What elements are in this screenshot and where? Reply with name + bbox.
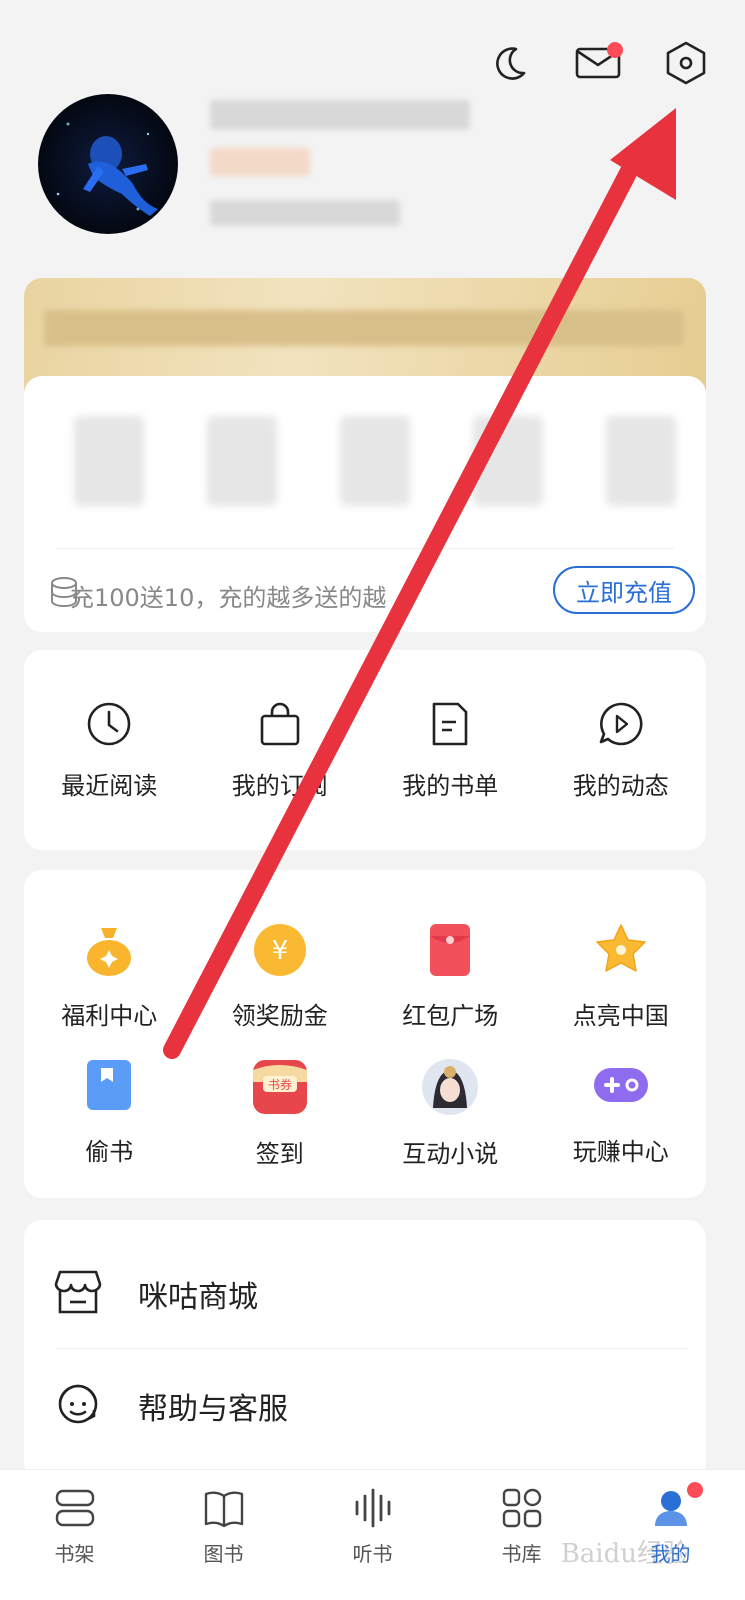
book-icon <box>202 1488 246 1532</box>
avatar[interactable] <box>38 94 178 234</box>
tab-audiobooks[interactable]: 听书 <box>298 1470 447 1600</box>
star-icon <box>593 922 649 982</box>
menu-item-migu-mall[interactable]: 咪咕商城 <box>24 1238 706 1350</box>
header-actions <box>487 40 709 86</box>
quick-action-label: 我的书单 <box>402 772 499 800</box>
character-avatar-icon <box>421 1058 479 1120</box>
recharge-button[interactable]: 立即充值 <box>553 566 695 614</box>
tab-label: 书库 <box>501 1542 542 1566</box>
vip-text-blurred <box>44 310 684 346</box>
tab-label: 图书 <box>203 1542 244 1566</box>
bookshelf-icon <box>53 1488 97 1532</box>
quick-actions: 最近阅读 我的订阅 我的书单 我的动态 <box>24 700 706 801</box>
menu-item-help-service[interactable]: 帮助与客服 <box>24 1350 706 1462</box>
quick-action-activity[interactable]: 我的动态 <box>536 700 707 801</box>
stats-row <box>74 416 676 506</box>
profile-icon <box>649 1482 703 1532</box>
bag-icon <box>256 700 304 752</box>
stat-item[interactable] <box>207 416 277 506</box>
user-badge-blurred <box>210 148 310 176</box>
quick-action-booklist[interactable]: 我的书单 <box>365 700 536 801</box>
bookmark-book-icon <box>81 1058 137 1118</box>
feature-label: 福利中心 <box>61 1002 158 1030</box>
grid-icon <box>501 1488 543 1532</box>
customer-service-icon <box>54 1380 102 1432</box>
tab-label: 听书 <box>352 1542 393 1566</box>
svg-text:¥: ¥ <box>271 936 288 966</box>
feature-steal-book[interactable]: 偷书 <box>24 1058 195 1169</box>
svg-text:书券: 书券 <box>268 1077 292 1092</box>
features-row-2: 偷书 书券 签到 互动小说 玩赚中心 <box>24 1058 706 1169</box>
tab-books[interactable]: 图书 <box>149 1470 298 1600</box>
feature-interactive-novel[interactable]: 互动小说 <box>365 1058 536 1169</box>
document-icon <box>426 700 474 752</box>
feature-label: 互动小说 <box>402 1140 499 1168</box>
tab-label: 书架 <box>54 1542 95 1566</box>
stat-item[interactable] <box>606 416 676 506</box>
feature-label: 红包广场 <box>402 1002 499 1030</box>
feature-label: 偷书 <box>85 1138 134 1166</box>
feature-light-china[interactable]: 点亮中国 <box>536 922 707 1031</box>
quick-action-subscription[interactable]: 我的订阅 <box>195 700 366 801</box>
red-envelope-icon <box>422 922 478 982</box>
feature-welfare-center[interactable]: 福利中心 <box>24 922 195 1031</box>
quick-action-label: 我的订阅 <box>231 772 328 800</box>
menu-label: 咪咕商城 <box>138 1280 258 1315</box>
tab-bookshelf[interactable]: 书架 <box>0 1470 149 1600</box>
quick-action-recent[interactable]: 最近阅读 <box>24 700 195 801</box>
stat-item[interactable] <box>473 416 543 506</box>
divider <box>56 1348 689 1349</box>
mail-icon[interactable] <box>575 40 623 86</box>
feature-check-in[interactable]: 书券 签到 <box>195 1058 366 1169</box>
feature-red-envelope[interactable]: 红包广场 <box>365 922 536 1031</box>
quick-action-label: 我的动态 <box>572 772 669 800</box>
feature-label: 玩赚中心 <box>572 1138 669 1166</box>
stat-item[interactable] <box>340 416 410 506</box>
features-row-1: 福利中心 ¥ 领奖励金 红包广场 点亮中国 <box>24 922 706 1031</box>
feature-label: 领奖励金 <box>231 1002 328 1030</box>
moon-icon[interactable] <box>487 40 533 86</box>
tab-badge <box>686 1482 703 1498</box>
menu-label: 帮助与客服 <box>138 1392 288 1427</box>
store-icon <box>54 1270 102 1318</box>
quick-action-label: 最近阅读 <box>61 772 158 800</box>
stat-item[interactable] <box>74 416 144 506</box>
audio-wave-icon <box>351 1488 395 1532</box>
unread-badge <box>607 42 623 58</box>
clock-icon <box>85 700 133 752</box>
divider <box>56 548 674 549</box>
user-id-blurred <box>210 200 400 226</box>
feature-play-earn[interactable]: 玩赚中心 <box>536 1058 707 1169</box>
settings-hexagon-icon[interactable] <box>663 40 709 86</box>
feature-label: 点亮中国 <box>572 1002 669 1030</box>
coupon-icon: 书券 <box>251 1058 309 1120</box>
play-bubble-icon <box>597 700 645 752</box>
feature-reward-money[interactable]: ¥ 领奖励金 <box>195 922 366 1031</box>
feature-label: 签到 <box>255 1140 304 1168</box>
yuan-coin-icon: ¥ <box>252 922 308 982</box>
recharge-promo: 充100送10，充的越多送的越 <box>70 584 387 612</box>
username-blurred <box>210 100 470 130</box>
money-bag-icon <box>81 922 137 982</box>
watermark: Baidu经验 <box>560 1539 689 1569</box>
gamepad-icon <box>592 1058 650 1118</box>
